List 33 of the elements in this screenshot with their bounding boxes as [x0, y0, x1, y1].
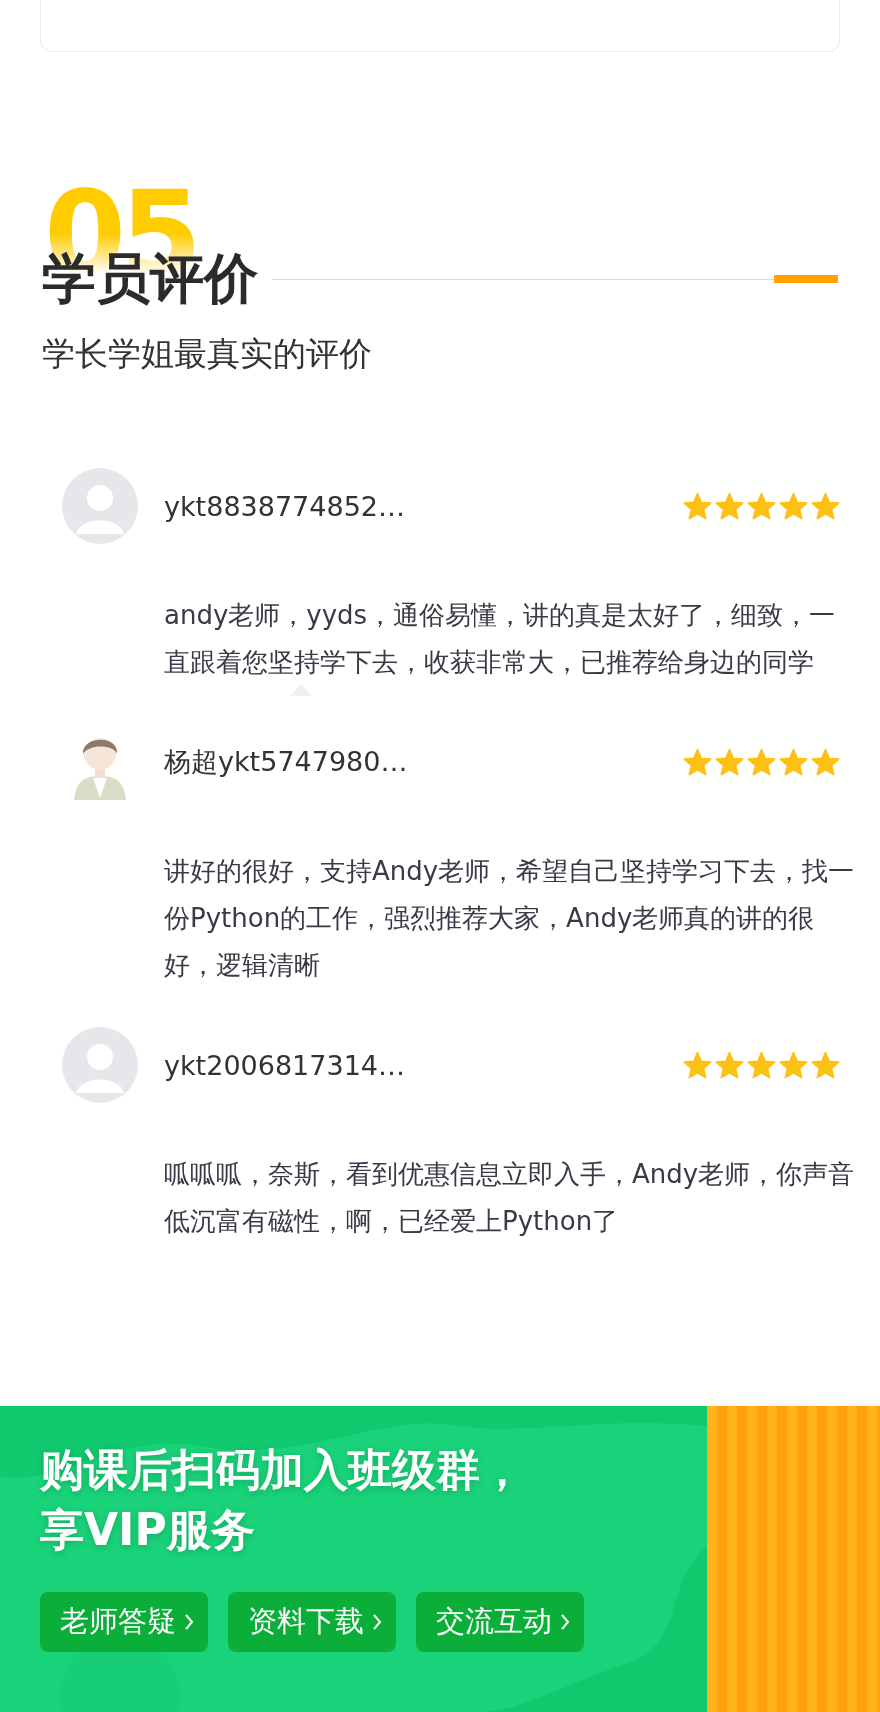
star-icon — [779, 1050, 808, 1080]
star-icon — [715, 1050, 744, 1080]
feature-button[interactable]: 资料下载 — [228, 1592, 396, 1652]
star-icon — [715, 491, 744, 521]
star-icon — [683, 1050, 712, 1080]
banner-title: 购课后扫码加入班级群， — [40, 1443, 525, 1497]
chevron-right-icon — [560, 1613, 570, 1631]
star-icon — [811, 747, 840, 777]
star-icon — [811, 1050, 840, 1080]
avatar-icon — [62, 1027, 138, 1103]
feature-button[interactable]: 老师答疑 — [40, 1592, 208, 1652]
section-subtitle: 学长学姐最真实的评价 — [42, 333, 373, 375]
reviewer-name: ykt2006817314… — [164, 1049, 405, 1081]
review-text: 讲好的很好，支持Andy老师，希望自己坚持学习下去，找一份Python的工作，强烈推荐大家，Andy老师真的讲的很好，逻辑清晰 — [164, 855, 856, 982]
review-text: 呱呱呱，奈斯，看到优惠信息立即入手，Andy老师，你声音低沉富有磁性，啊，已经爱上Python了 — [164, 1158, 856, 1238]
reviewer-name: 杨超ykt5747980… — [164, 745, 408, 779]
reviewer-name: ykt8838774852… — [164, 490, 405, 522]
accent-bar — [774, 275, 838, 283]
star-icon — [779, 747, 808, 777]
chevron-right-icon — [184, 1613, 194, 1631]
star-icon — [683, 491, 712, 521]
star-icon — [715, 747, 744, 777]
star-icon — [683, 747, 712, 777]
star-icon — [747, 1050, 776, 1080]
avatar-icon — [62, 468, 138, 544]
star-icon — [779, 491, 808, 521]
star-icon — [811, 491, 840, 521]
banner-title: 享VIP服务 — [40, 1503, 256, 1557]
feature-button[interactable]: 交流互动 — [416, 1592, 584, 1652]
chevron-right-icon — [372, 1613, 382, 1631]
star-icon — [747, 491, 776, 521]
star-icon — [747, 747, 776, 777]
review-text: andy老师，yyds，通俗易懂，讲的真是太好了，细致，一直跟着您坚持学下去，收获非常大，已推荐给身边的同学 — [164, 599, 837, 679]
